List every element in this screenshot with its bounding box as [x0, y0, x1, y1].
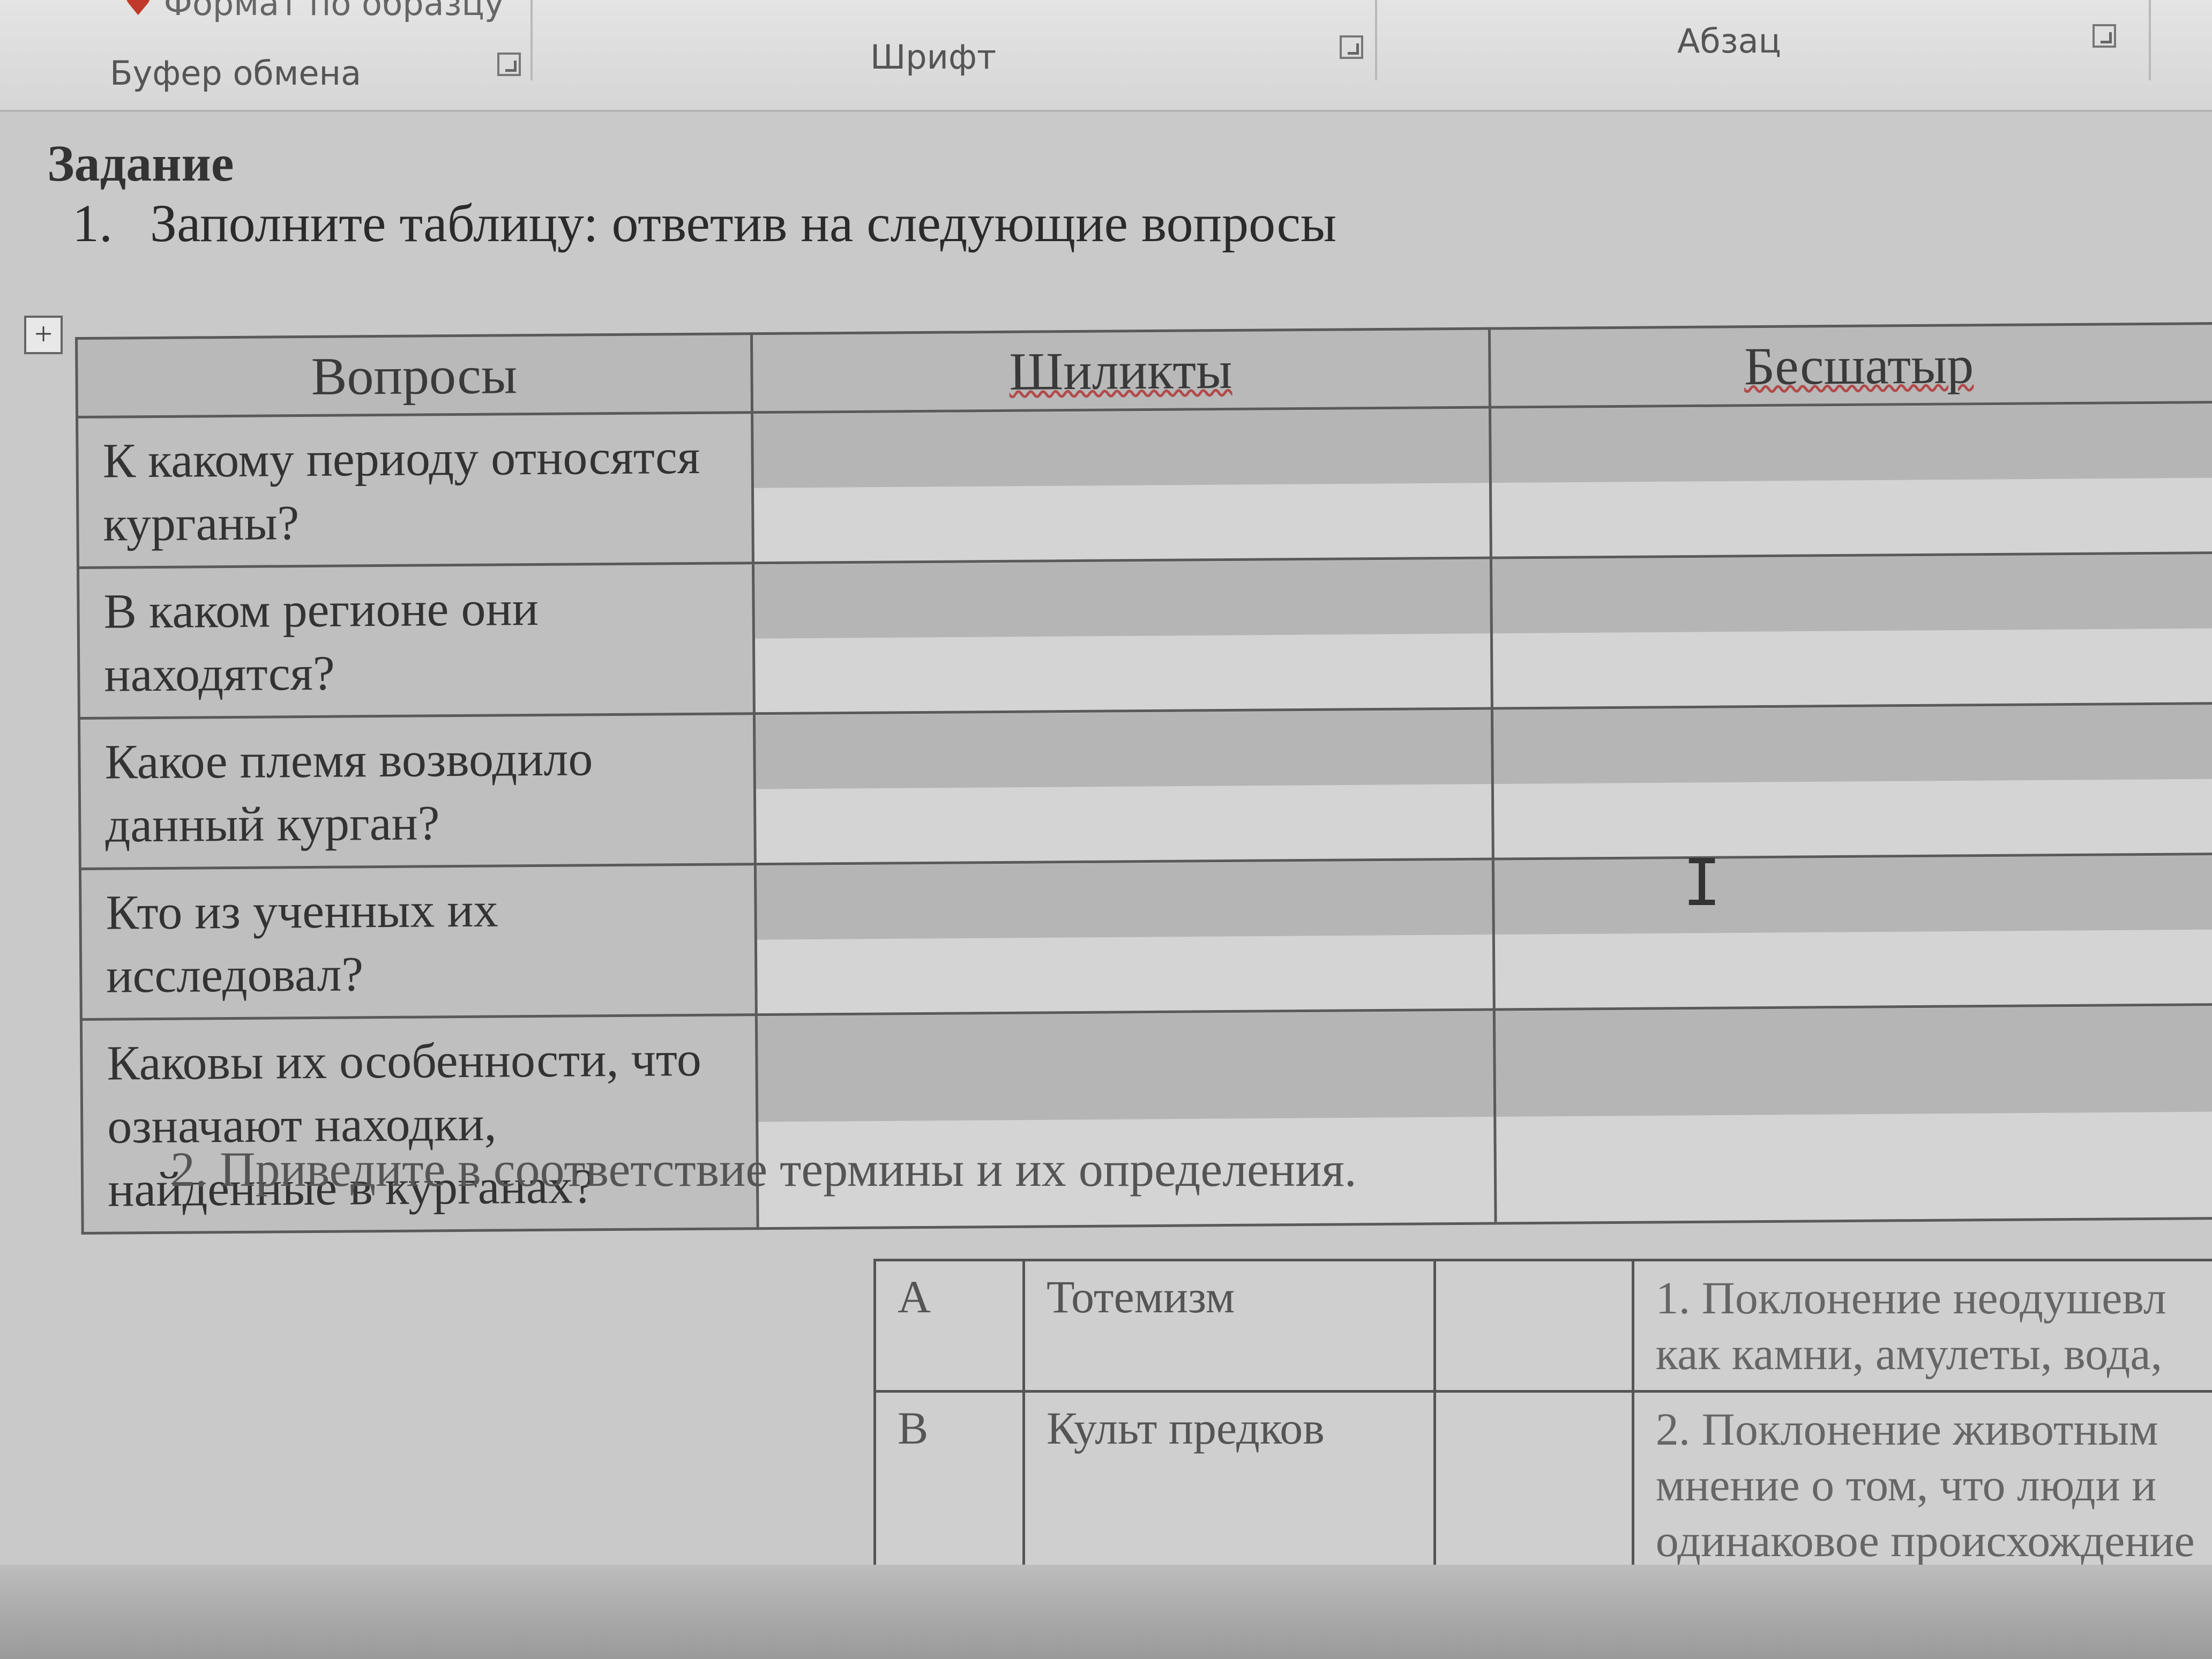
- answer-cell-shilikty[interactable]: [754, 708, 1493, 864]
- task-1-text: 1. Заполните таблицу: ответив на следующи…: [72, 192, 1336, 254]
- answer-cell-shilikty[interactable]: [755, 859, 1494, 1015]
- definition-line: одинаковое происхождение: [1655, 1515, 2195, 1566]
- table-row: B Культ предков 2. Поклонение животным м…: [873, 1390, 2212, 1580]
- answer-cell-besshatyr[interactable]: [1490, 402, 2212, 558]
- answer-cell-besshatyr[interactable]: [1491, 552, 2212, 709]
- task-heading: Задание: [47, 134, 234, 192]
- definition-line: 2. Поклонение животным: [1655, 1403, 2158, 1455]
- header-besshatyr: Бесшатыр: [1489, 323, 2212, 408]
- ribbon-group-paragraph: Абзац: [1377, 0, 2149, 110]
- table-row: Каковы их особенности, что означают нахо…: [81, 1004, 2212, 1234]
- header-questions: Вопросы: [76, 333, 752, 417]
- term-cell: Тотемизм: [1022, 1259, 1437, 1393]
- question-cell: В каком регионе они находятся?: [78, 563, 754, 719]
- ribbon-group-label: Шрифт: [870, 38, 997, 77]
- table-row: Кто из ученных их исследовал?: [80, 854, 2212, 1020]
- answer-cell-besshatyr[interactable]: [1492, 703, 2212, 860]
- question-cell: Кто из ученных их исследовал?: [80, 864, 757, 1020]
- clipboard-launcher-icon[interactable]: [497, 53, 521, 76]
- table-row: A Тотемизм 1. Поклонение неодушевл как к…: [873, 1259, 2212, 1393]
- answer-cell-shilikty[interactable]: [752, 407, 1491, 563]
- answer-cell-besshatyr[interactable]: [1493, 854, 2212, 1010]
- paragraph-launcher-icon[interactable]: [2093, 24, 2116, 48]
- term-letter: A: [873, 1259, 1025, 1393]
- question-cell: Какое племя возводило данный курган?: [79, 713, 756, 869]
- font-launcher-icon[interactable]: [1340, 35, 1363, 59]
- definition-line: 1. Поклонение неодушевл: [1655, 1272, 2166, 1324]
- document-page[interactable]: Задание 1. Заполните таблицу: ответив на …: [0, 112, 2212, 1659]
- answer-cell-shilikty[interactable]: [753, 558, 1492, 714]
- answer-cell[interactable]: [1433, 1259, 1634, 1393]
- ribbon-group-font: Шрифт: [533, 0, 1374, 110]
- task-2-text: 2. Приведите в соответствие термины и их…: [170, 1142, 1357, 1197]
- term-letter: B: [873, 1390, 1025, 1580]
- definition-cell: 1. Поклонение неодушевл как камни, амуле…: [1631, 1259, 2212, 1393]
- table-header-row: Вопросы Шиликты Бесшатыр: [76, 323, 2212, 417]
- question-cell: Каковы их особенности, что означают нахо…: [81, 1014, 758, 1234]
- answer-cell[interactable]: [1433, 1390, 1634, 1580]
- ribbon-separator: [2149, 0, 2151, 80]
- definition-line: мнение о том, что люди и: [1655, 1459, 2157, 1511]
- questions-table: Вопросы Шиликты Бесшатыр К какому период…: [75, 322, 2212, 1235]
- answer-cell-besshatyr[interactable]: [1494, 1004, 2212, 1224]
- table-move-handle-icon[interactable]: +: [24, 316, 63, 354]
- ribbon-group-label: Абзац: [1677, 21, 1781, 61]
- definition-line: как камни, амулеты, вода,: [1655, 1328, 2163, 1379]
- ribbon-group-label: Буфер обмена: [110, 54, 362, 93]
- table-row: К какому периоду относятся курганы?: [77, 402, 2212, 568]
- task-1-number: 1.: [72, 193, 113, 253]
- matching-table: A Тотемизм 1. Поклонение неодушевл как к…: [873, 1259, 2212, 1580]
- ribbon: ♥ Формат по образцу Буфер обмена Шрифт Аб…: [0, 0, 2212, 112]
- term-cell: Культ предков: [1022, 1390, 1437, 1580]
- ribbon-group-clipboard: Буфер обмена: [0, 0, 530, 110]
- task-1-label: Заполните таблицу: ответив на следующие …: [150, 193, 1337, 253]
- text-cursor-icon: I: [1683, 846, 1722, 921]
- header-shilikty: Шиликты: [751, 328, 1490, 413]
- definition-cell: 2. Поклонение животным мнение о том, что…: [1631, 1390, 2212, 1580]
- table-row: Какое племя возводило данный курган?: [79, 703, 2212, 869]
- taskbar: [0, 1565, 2212, 1659]
- question-cell: К какому периоду относятся курганы?: [77, 412, 753, 568]
- table-row: В каком регионе они находятся?: [78, 552, 2212, 719]
